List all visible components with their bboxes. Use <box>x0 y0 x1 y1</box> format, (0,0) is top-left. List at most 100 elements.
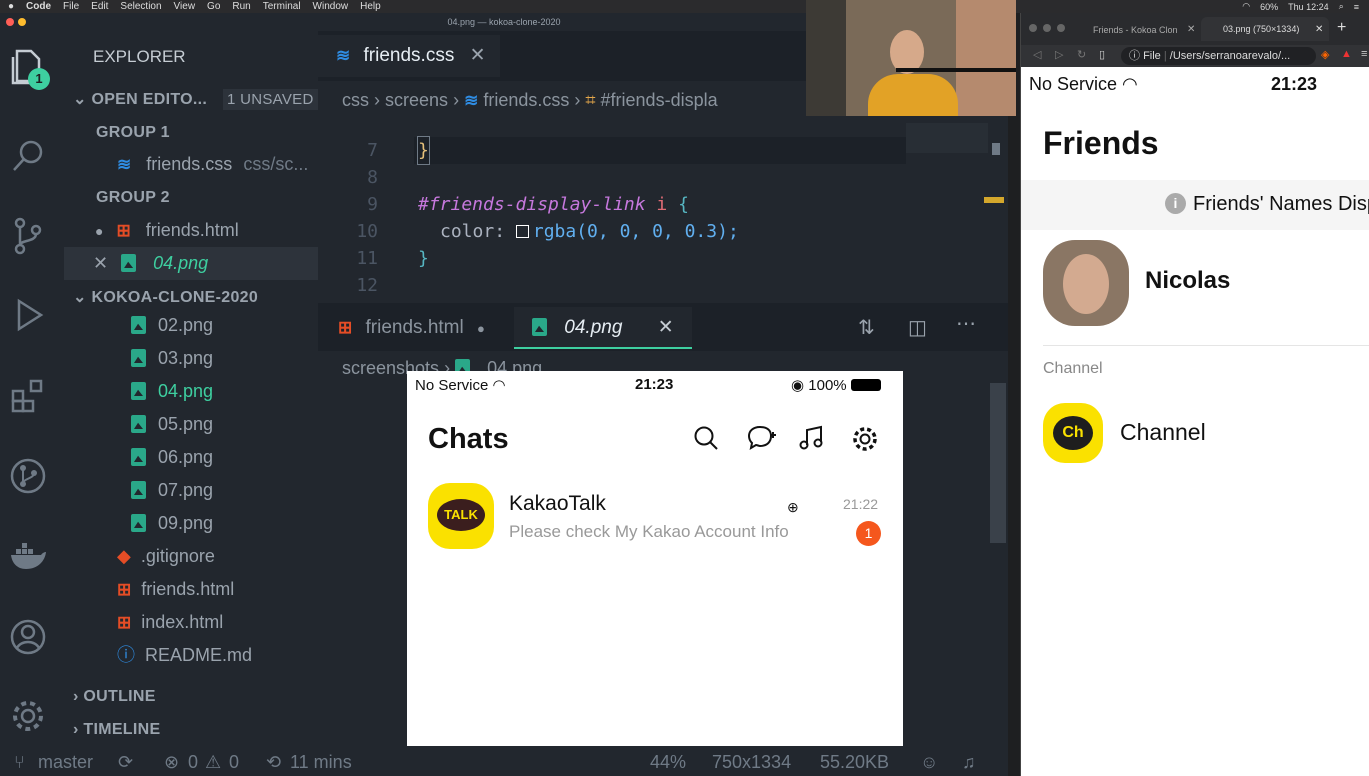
zoom-level[interactable]: 44% <box>650 749 686 776</box>
image-file-icon <box>131 382 146 400</box>
status-battery: ◉ 100% <box>791 376 881 394</box>
warning-count[interactable]: 0 <box>229 749 239 776</box>
back-icon[interactable]: ◁ <box>1033 48 1041 61</box>
battery-percent[interactable]: 60% <box>1260 2 1278 12</box>
bookmark-icon[interactable]: ▯ <box>1099 48 1105 61</box>
menu-icon[interactable]: ≡ <box>1361 48 1367 60</box>
docker-icon[interactable] <box>8 536 48 576</box>
menu-help[interactable]: Help <box>360 1 381 12</box>
code-editor[interactable]: 7} 8 9 #friends-display-link i { 10 color:… <box>318 123 1008 303</box>
breadcrumb-item[interactable]: screens <box>385 90 448 110</box>
line-number: 12 <box>356 275 378 296</box>
more-actions-icon[interactable]: ⋯ <box>956 311 976 336</box>
close-window-button[interactable] <box>1029 24 1037 32</box>
chevron-right-icon: › <box>73 721 79 738</box>
error-count[interactable]: 0 <box>188 749 198 776</box>
close-icon[interactable]: ✕ <box>1187 24 1195 35</box>
time-tracked[interactable]: 11 mins <box>290 749 352 776</box>
new-tab-icon[interactable]: + <box>1337 19 1346 37</box>
error-icon[interactable]: ⊗ <box>164 749 179 776</box>
browser-window: Friends - Kokoa Clon ✕ 03.png (750×1334)… <box>1020 13 1369 776</box>
browser-tab-2[interactable]: 03.png (750×1334) <box>1201 17 1329 41</box>
channel-name[interactable]: Channel <box>1120 419 1206 446</box>
menu-terminal[interactable]: Terminal <box>263 1 301 12</box>
color-swatch[interactable] <box>515 225 529 238</box>
open-editors-section[interactable]: ⌄ OPEN EDITO... 1 UNSAVED <box>73 83 336 116</box>
tab-04-png[interactable]: 04.png ✕ <box>514 307 692 349</box>
branch-name[interactable]: master <box>38 749 93 776</box>
menu-selection[interactable]: Selection <box>120 1 161 12</box>
file-size: 55.20KB <box>820 752 890 772</box>
run-debug-icon[interactable] <box>8 295 48 335</box>
sync-icon[interactable]: ⟳ <box>118 749 133 776</box>
history-icon[interactable]: ⟲ <box>266 749 281 776</box>
info-icon: ⓘ <box>1129 50 1140 62</box>
menu-window[interactable]: Window <box>313 1 349 12</box>
extensions-icon[interactable] <box>8 376 48 416</box>
file-label: index.html <box>141 612 224 632</box>
spotlight-icon[interactable]: ⌕ <box>1339 1 1344 12</box>
image-file-icon <box>131 514 146 532</box>
profile-name[interactable]: Nicolas <box>1145 267 1230 295</box>
profile-avatar[interactable] <box>1043 240 1129 326</box>
minimap[interactable] <box>906 123 988 153</box>
css-selector: #friends-display-link <box>418 194 646 215</box>
close-icon[interactable]: ✕ <box>93 253 108 273</box>
apple-icon[interactable]: ● <box>8 1 14 12</box>
line-number: 10 <box>356 221 378 242</box>
account-icon[interactable] <box>8 617 48 657</box>
zoom-cursor-icon: ⊕ <box>787 499 799 515</box>
address-bar[interactable]: ⓘ File | /Users/serranoarevalo/... <box>1121 47 1316 65</box>
explorer-icon[interactable]: 1 <box>8 46 50 90</box>
source-control-icon[interactable] <box>8 216 48 256</box>
channel-logo[interactable]: Ch <box>1043 403 1103 463</box>
close-icon[interactable]: ✕ <box>470 45 486 66</box>
menu-view[interactable]: View <box>174 1 196 12</box>
minimize-window-button[interactable] <box>18 18 26 26</box>
image-scrollbar[interactable] <box>990 383 1006 543</box>
chats-title: Chats <box>428 423 509 455</box>
maximize-window-button[interactable] <box>1057 24 1065 32</box>
menu-run[interactable]: Run <box>232 1 250 12</box>
feedback-icon[interactable]: ☺ <box>920 749 938 776</box>
minimize-window-button[interactable] <box>1043 24 1051 32</box>
tab-friends-css[interactable]: ≋ friends.css ✕ <box>318 35 500 77</box>
search-icon[interactable] <box>8 136 48 176</box>
timeline-label: TIMELINE <box>83 721 161 738</box>
close-icon[interactable]: ✕ <box>658 317 674 338</box>
breadcrumb-item[interactable]: css <box>342 90 369 110</box>
brave-shield-icon[interactable]: ◈ <box>1321 48 1329 61</box>
close-window-button[interactable] <box>6 18 14 26</box>
html-file-icon: ⊞ <box>338 318 353 337</box>
gear-icon[interactable] <box>8 696 48 736</box>
menu-go[interactable]: Go <box>207 1 220 12</box>
open-editor-04-png[interactable]: ✕ 04.png <box>64 247 318 280</box>
wifi-status-icon[interactable]: ◠ <box>1242 1 1250 12</box>
browser-tab-1[interactable]: Friends - Kokoa Clon <box>1093 20 1199 40</box>
reload-icon[interactable]: ↻ <box>1077 48 1086 61</box>
warning-icon[interactable]: ⚠ <box>205 749 221 776</box>
branch-icon[interactable]: ⑂ <box>14 749 25 776</box>
outline-section[interactable]: › OUTLINE <box>73 680 336 713</box>
menu-edit[interactable]: Edit <box>91 1 108 12</box>
forward-icon[interactable]: ▷ <box>1055 48 1063 61</box>
timeline-section[interactable]: › TIMELINE <box>73 713 336 746</box>
split-editor-icon[interactable]: ◫ <box>908 315 927 340</box>
scrollbar[interactable] <box>992 143 1000 155</box>
rewards-icon[interactable]: ▲ <box>1341 48 1352 60</box>
tab-friends-html[interactable]: ⊞ friends.html ● <box>318 307 510 349</box>
line-number: 9 <box>367 194 378 215</box>
compare-icon[interactable]: ⇅ <box>858 315 875 340</box>
bell-icon[interactable]: ♫ <box>962 749 976 776</box>
friends-display-banner[interactable]: i Friends' Names Disp <box>1021 180 1369 230</box>
breadcrumb-item[interactable]: friends.css <box>483 90 569 110</box>
control-center-icon[interactable]: ≡ <box>1354 2 1359 12</box>
breadcrumb-item[interactable]: #friends-displa <box>601 90 718 110</box>
menu-app-name[interactable]: Code <box>26 1 51 12</box>
divider <box>1043 345 1369 346</box>
menu-file[interactable]: File <box>63 1 79 12</box>
css-file-icon: ≋ <box>464 91 479 110</box>
git-graph-icon[interactable] <box>8 456 48 496</box>
menubar-clock[interactable]: Thu 12:24 <box>1288 2 1329 12</box>
close-icon[interactable]: ✕ <box>1315 24 1323 35</box>
